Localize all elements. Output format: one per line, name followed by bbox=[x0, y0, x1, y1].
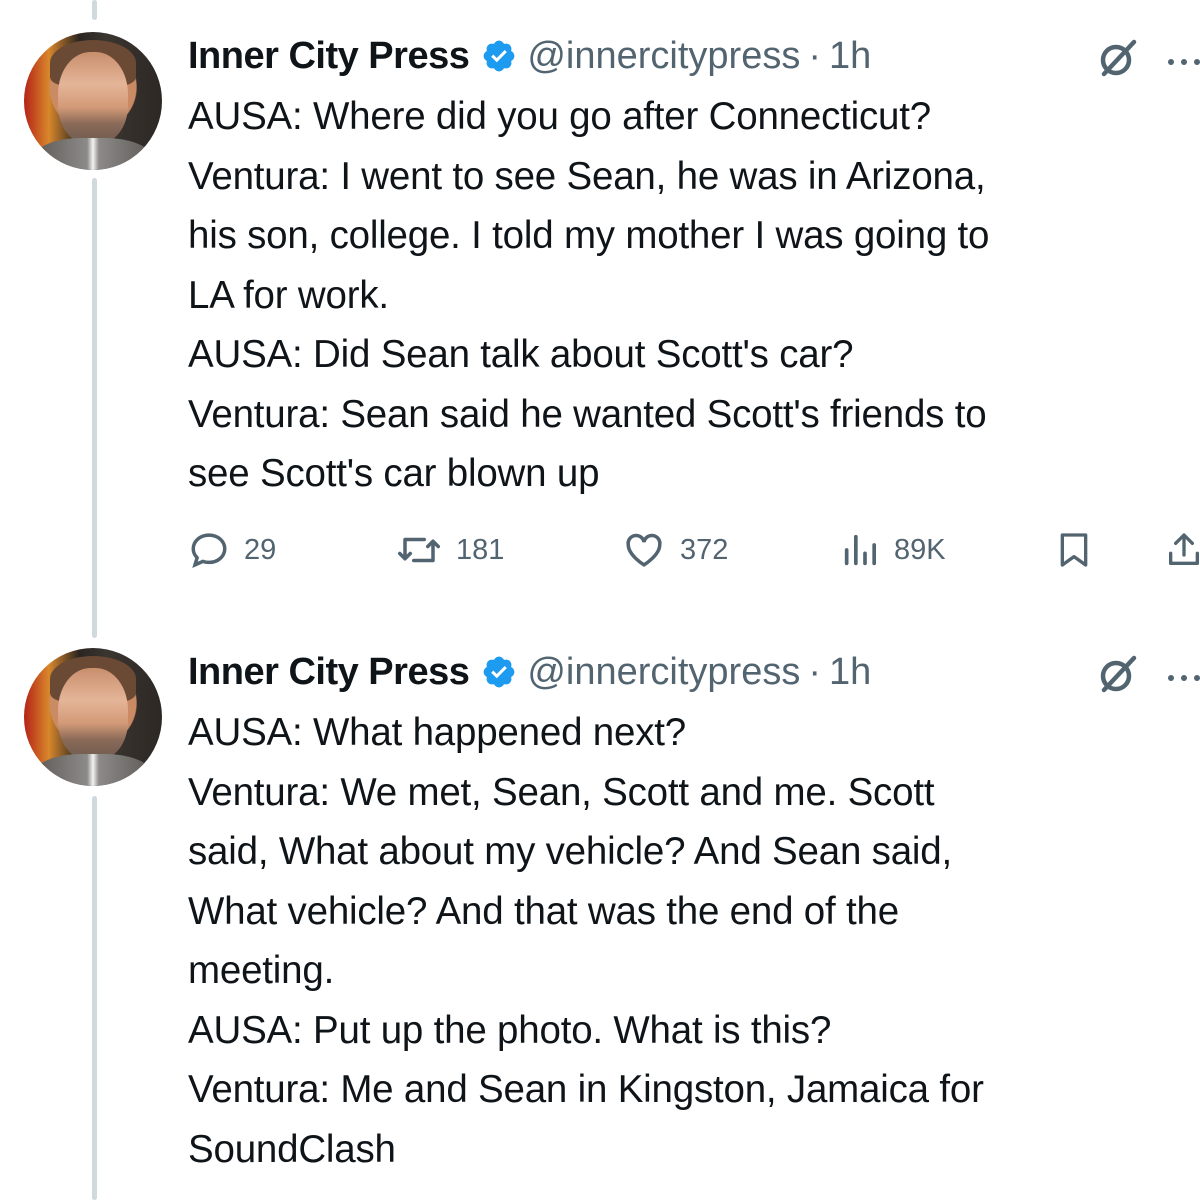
tweet-line: Ventura: I went to see Sean, he was in A… bbox=[188, 154, 986, 198]
separator: · bbox=[808, 650, 821, 693]
views-button[interactable]: 89K bbox=[840, 520, 946, 580]
tweet-line: Ventura: Me and Sean in Kingston, Jamaic… bbox=[188, 1068, 984, 1111]
avatar[interactable] bbox=[24, 648, 162, 786]
repost-count: 181 bbox=[456, 533, 505, 566]
bookmark-button[interactable] bbox=[1054, 520, 1108, 580]
tweet-line: LA for work. bbox=[188, 273, 389, 317]
tweet-header: Inner City Press @innercitypress · 1h bbox=[188, 34, 871, 78]
more-icon[interactable] bbox=[1168, 668, 1200, 688]
timestamp[interactable]: 1h bbox=[829, 651, 871, 694]
tweet-line: Ventura: We met, Sean, Scott and me. Sco… bbox=[188, 770, 935, 814]
verified-badge-icon bbox=[483, 40, 515, 72]
views-count: 89K bbox=[894, 533, 946, 566]
grok-icon[interactable] bbox=[1096, 36, 1140, 80]
tweet-line: AUSA: Where did you go after Connecticut… bbox=[188, 95, 931, 138]
tweet-line: see Scott's car blown up bbox=[188, 452, 600, 495]
grok-icon[interactable] bbox=[1096, 652, 1140, 696]
tweet-line: AUSA: Put up the photo. What is this? bbox=[188, 1008, 832, 1052]
author-handle[interactable]: @innercitypress bbox=[527, 35, 800, 78]
reply-count: 29 bbox=[244, 533, 277, 566]
reply-button[interactable]: 29 bbox=[188, 520, 276, 580]
tweet-line: AUSA: What happened next? bbox=[188, 711, 686, 754]
tweet-line: AUSA: Did Sean talk about Scott's car? bbox=[188, 333, 854, 376]
share-button[interactable] bbox=[1164, 520, 1200, 580]
avatar[interactable] bbox=[24, 32, 162, 170]
tweet-text: AUSA: Where did you go after Connecticut… bbox=[188, 87, 1188, 504]
like-button[interactable]: 372 bbox=[622, 520, 728, 580]
like-count: 372 bbox=[680, 533, 729, 566]
tweet-text: AUSA: What happened next? Ventura: We me… bbox=[188, 703, 1188, 1179]
tweet-2[interactable]: Inner City Press @innercitypress · 1h AU… bbox=[0, 620, 1200, 1200]
tweet-line: said, What about my vehicle? And Sean sa… bbox=[188, 830, 952, 873]
views-icon bbox=[844, 534, 876, 566]
like-icon bbox=[626, 533, 662, 567]
tweet-line: his son, college. I told my mother I was… bbox=[188, 214, 990, 257]
tweet-line: What vehicle? And that was the end of th… bbox=[188, 889, 899, 933]
bookmark-icon bbox=[1060, 533, 1088, 567]
author-handle[interactable]: @innercitypress bbox=[527, 651, 800, 694]
repost-button[interactable]: 181 bbox=[396, 520, 504, 580]
verified-badge-icon bbox=[483, 656, 515, 688]
tweet-line: meeting. bbox=[188, 949, 335, 992]
reply-icon bbox=[191, 533, 227, 569]
tweet-line: SoundClash bbox=[188, 1127, 396, 1171]
tweet-header: Inner City Press @innercitypress · 1h bbox=[188, 650, 871, 694]
repost-icon bbox=[398, 537, 440, 563]
separator: · bbox=[808, 34, 821, 77]
more-icon[interactable] bbox=[1168, 52, 1200, 72]
author-name[interactable]: Inner City Press bbox=[188, 651, 470, 694]
tweet-line: Ventura: Sean said he wanted Scott's fri… bbox=[188, 392, 987, 436]
tweet-1[interactable]: Inner City Press @innercitypress · 1h AU… bbox=[0, 0, 1200, 620]
share-icon bbox=[1169, 533, 1199, 565]
timestamp[interactable]: 1h bbox=[829, 35, 871, 78]
author-name[interactable]: Inner City Press bbox=[188, 35, 470, 78]
action-bar: 29 181 372 89K bbox=[188, 520, 1200, 580]
